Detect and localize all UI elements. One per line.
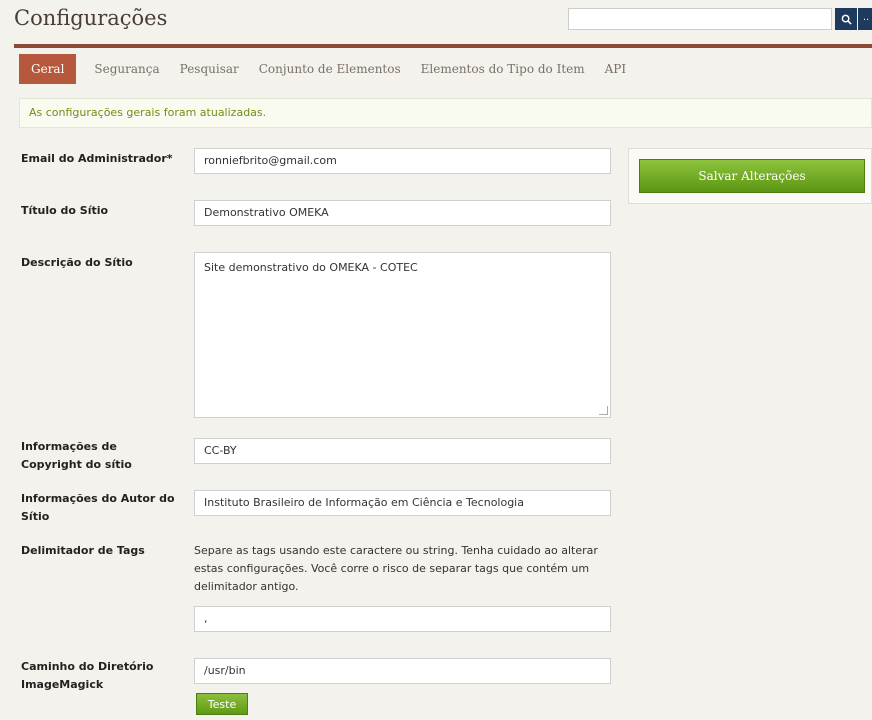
header: Configurações .. (0, 0, 872, 46)
save-panel: Salvar Alterações (628, 148, 872, 204)
resize-handle[interactable] (599, 406, 608, 415)
site-description-label: Descrição do Sítio (21, 256, 133, 269)
site-title-label: Título do Sítio (21, 204, 109, 217)
search-icon (841, 14, 852, 25)
advanced-search-button[interactable]: .. (858, 8, 872, 30)
search-button[interactable] (835, 8, 857, 30)
tab-elementos-do-tipo-do-item[interactable]: Elementos do Tipo do Item (411, 54, 595, 84)
settings-tabs: Geral Segurança Pesquisar Conjunto de El… (19, 52, 636, 86)
tab-conjunto-de-elementos[interactable]: Conjunto de Elementos (249, 54, 411, 84)
settings-form: Email do Administrador* ronniefbrito@gma… (15, 132, 615, 720)
tab-api[interactable]: API (595, 54, 636, 84)
author-input[interactable]: Instituto Brasileiro de Informação em Ci… (194, 490, 611, 516)
site-title-input[interactable]: Demonstrativo OMEKA (194, 200, 611, 226)
imagemagick-label: Caminho do Diretório ImageMagick (21, 660, 154, 691)
page-title: Configurações (14, 6, 168, 30)
tab-geral[interactable]: Geral (19, 54, 77, 84)
header-rule (14, 44, 872, 48)
tag-delimiter-label: Delimitador de Tags (21, 544, 145, 557)
copyright-label: Informações de Copyright do sítio (21, 440, 132, 471)
admin-email-input[interactable]: ronniefbrito@gmail.com (194, 148, 611, 174)
site-description-textarea[interactable]: Site demonstrativo do OMEKA - COTEC (194, 252, 611, 418)
save-changes-button[interactable]: Salvar Alterações (639, 159, 865, 193)
tab-pesquisar[interactable]: Pesquisar (170, 54, 249, 84)
imagemagick-input[interactable]: /usr/bin (194, 658, 611, 684)
site-description-text: Site demonstrativo do OMEKA - COTEC (204, 261, 418, 274)
copyright-input[interactable]: CC-BY (194, 438, 611, 464)
flash-message: As configurações gerais foram atualizada… (19, 98, 872, 128)
tag-delimiter-input[interactable]: , (194, 606, 611, 632)
test-button[interactable]: Teste (196, 693, 248, 715)
search-input[interactable] (568, 8, 832, 30)
author-label: Informações do Autor do Sítio (21, 492, 175, 523)
admin-email-label: Email do Administrador* (21, 152, 173, 165)
tab-seguranca[interactable]: Segurança (84, 54, 169, 84)
tag-delimiter-help: Separe as tags usando este caractere ou … (194, 544, 598, 593)
